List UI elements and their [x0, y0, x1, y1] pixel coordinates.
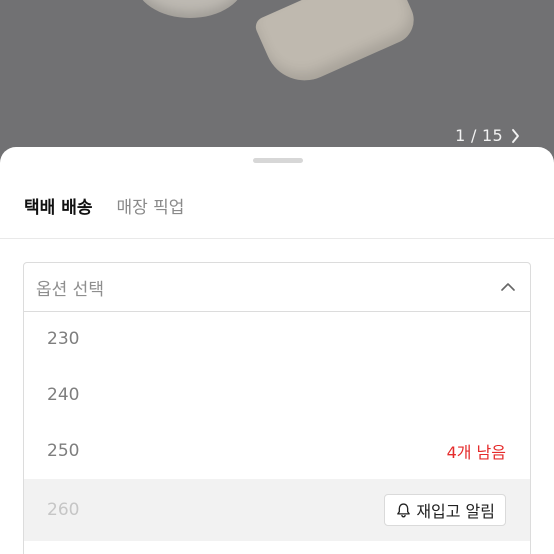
tab-store-pickup[interactable]: 매장 픽업	[116, 193, 184, 218]
option-size: 230	[47, 329, 80, 349]
product-image[interactable]: 1 / 15	[0, 0, 554, 170]
option-select[interactable]: 옵션 선택	[23, 262, 531, 312]
image-counter-text: 1 / 15	[455, 126, 503, 145]
option-item-250[interactable]: 250 4개 남음	[24, 423, 530, 479]
option-bottom-sheet: 택배 배송 매장 픽업 옵션 선택 230 240 250 4개 남음 260	[0, 147, 554, 554]
product-shoe-right	[252, 0, 422, 94]
divider	[0, 238, 554, 239]
stock-remaining-label: 4개 남음	[446, 443, 506, 462]
restock-alert-label: 재입고 알림	[416, 502, 495, 521]
chevron-right-icon[interactable]	[511, 127, 520, 144]
option-item-260: 260 재입고 알림	[24, 479, 530, 541]
option-select-label: 옵션 선택	[36, 279, 104, 300]
restock-alert-button[interactable]: 재입고 알림	[384, 494, 506, 526]
bell-icon	[397, 502, 411, 517]
option-item-230[interactable]: 230	[24, 311, 530, 367]
image-counter[interactable]: 1 / 15	[455, 126, 520, 145]
chevron-up-icon	[501, 283, 515, 291]
option-list: 230 240 250 4개 남음 260 재입고 알림	[23, 311, 531, 554]
sheet-grabber[interactable]	[253, 158, 303, 163]
option-size: 250	[47, 441, 80, 461]
product-shoe-left	[135, 0, 245, 18]
tab-delivery[interactable]: 택배 배송	[24, 193, 92, 218]
option-size: 260	[47, 500, 80, 520]
option-size: 240	[47, 385, 80, 405]
option-item-240[interactable]: 240	[24, 367, 530, 423]
delivery-tabs: 택배 배송 매장 픽업	[24, 193, 184, 218]
